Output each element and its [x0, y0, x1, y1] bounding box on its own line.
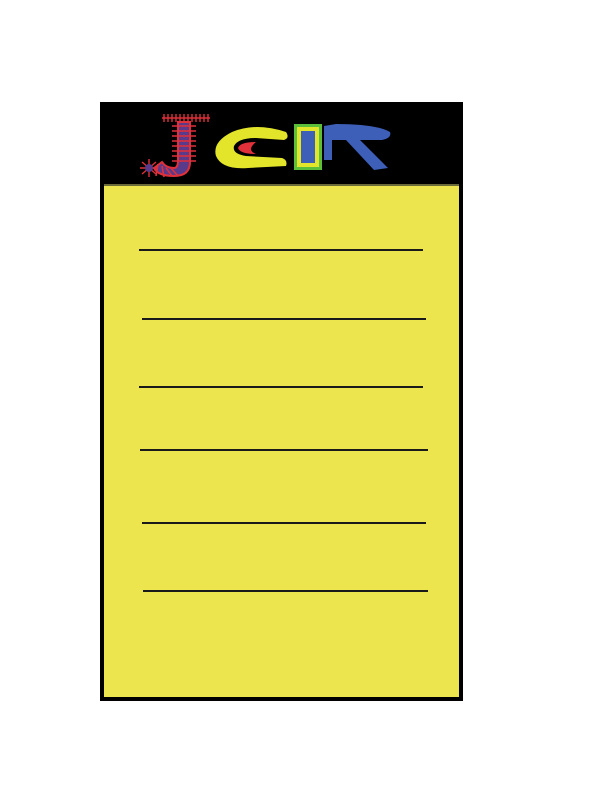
- logo-letter-j: [140, 114, 210, 178]
- ruled-line: [139, 386, 423, 388]
- logo-letter-c: [215, 127, 288, 169]
- page: [0, 0, 612, 792]
- logo-letter-p: [294, 124, 322, 170]
- ruled-line: [142, 522, 426, 524]
- logo-letter-r: [324, 124, 391, 170]
- notepad: [100, 102, 463, 701]
- ruled-line: [143, 590, 428, 592]
- notepad-header: [104, 106, 459, 186]
- ruled-line: [140, 449, 428, 451]
- ruled-line: [139, 249, 423, 251]
- jcpr-logo: [140, 114, 391, 178]
- ruled-line: [142, 318, 426, 320]
